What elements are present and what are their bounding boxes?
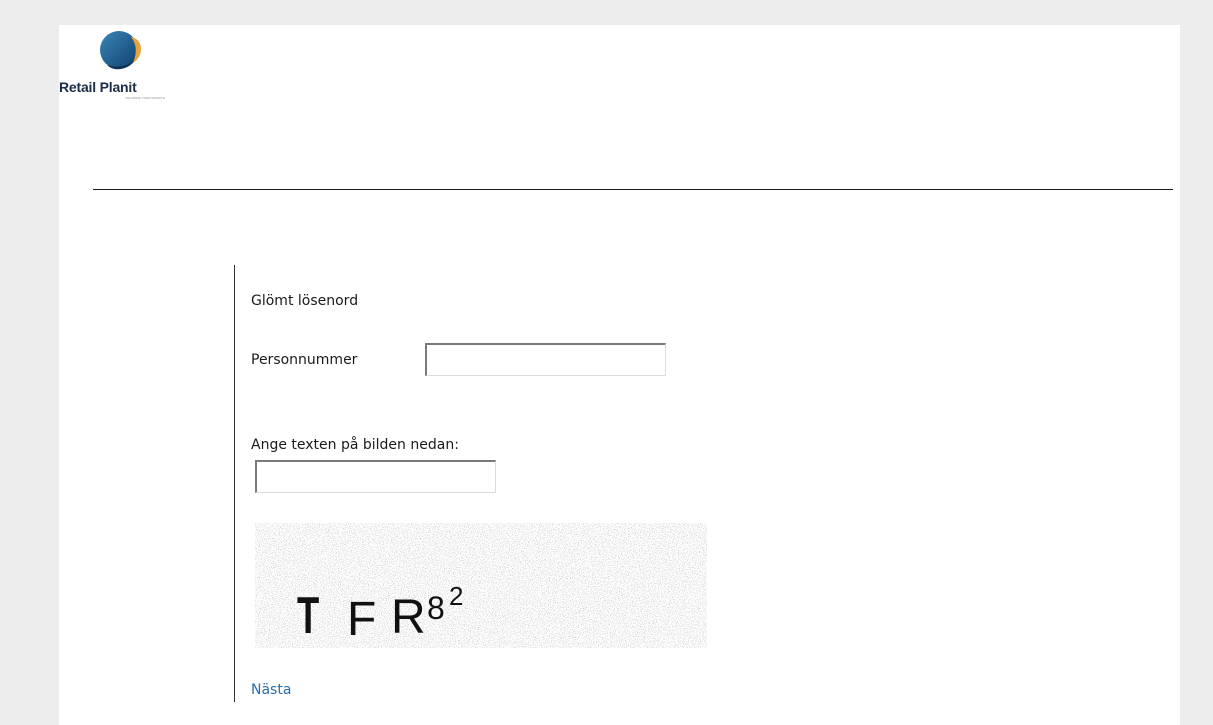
retail-planit-logo: Retail Planit TAILORING YOUR GROWTH: [59, 25, 189, 105]
logo-wordmark: Retail Planit: [59, 79, 137, 95]
logo-tagline: TAILORING YOUR GROWTH: [125, 96, 165, 100]
personnummer-input[interactable]: [425, 343, 666, 376]
header-divider: [93, 189, 1173, 190]
captcha-char: 8: [427, 590, 445, 626]
captcha-char: T: [297, 585, 319, 644]
captcha-image: TFR82: [255, 523, 707, 648]
captcha-char: F: [347, 593, 376, 646]
captcha-label: Ange texten på bilden nedan:: [251, 437, 459, 453]
personnummer-label: Personnummer: [251, 352, 358, 368]
logo-mark-icon: [100, 31, 142, 70]
page-container: Retail Planit TAILORING YOUR GROWTH Glöm…: [59, 25, 1180, 725]
captcha-char: R: [391, 591, 426, 644]
captcha-input[interactable]: [255, 460, 496, 493]
next-link[interactable]: Nästa: [251, 682, 291, 698]
page-title: Glömt lösenord: [251, 293, 359, 309]
content-divider: [234, 265, 235, 702]
captcha-char: 2: [449, 581, 463, 611]
